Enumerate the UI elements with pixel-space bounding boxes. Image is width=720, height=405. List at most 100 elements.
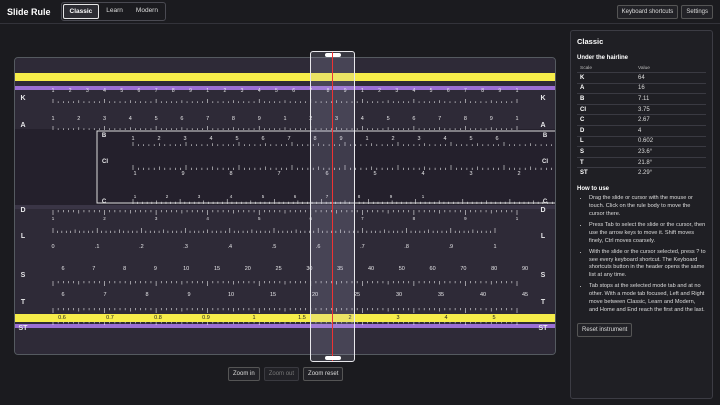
a-tick-label: 4	[129, 116, 132, 122]
hairline-row: T 21.8°	[577, 156, 706, 168]
t-tick-label: 7	[103, 292, 106, 298]
st-tick-label: 3	[396, 315, 399, 321]
k-tick-label: 8	[172, 88, 175, 94]
a-tick-label: 7	[438, 116, 441, 122]
tab-classic[interactable]: Classic	[62, 4, 100, 19]
hairline-row: CI 3.75	[577, 103, 706, 115]
hairline-row: L 0.602	[577, 135, 706, 147]
scale-value: 21.8°	[635, 156, 706, 168]
s-tick-label: 10	[183, 266, 189, 272]
t-tick-label: 45	[522, 292, 528, 298]
howto-list: Drag the slide or cursor with the mouse …	[577, 195, 706, 315]
k-tick-label: 9	[498, 88, 501, 94]
cursor-bottom-handle[interactable]	[325, 356, 341, 360]
t-tick-label: 40	[480, 292, 486, 298]
st-tick-label: 1.5	[298, 315, 306, 321]
scale-label-a: A	[20, 122, 25, 129]
k-tick-label: 2	[69, 88, 72, 94]
ci-tick-label: 2	[517, 171, 520, 177]
a-tick-label: 8	[464, 116, 467, 122]
t-tick-label: 10	[228, 292, 234, 298]
scale-label-c-right: C	[543, 199, 548, 205]
k-tick-label: 1	[52, 88, 55, 94]
k-tick-label: 7	[155, 88, 158, 94]
k-tick-label: 5	[275, 88, 278, 94]
s-tick-label: 6	[61, 266, 64, 272]
t-tick-label: 30	[396, 292, 402, 298]
scale-label-st: ST	[19, 325, 29, 332]
k-tick-label: 4	[412, 88, 415, 94]
s-tick-label: 80	[491, 266, 497, 272]
slide-rule[interactable]: KKAADDLLSSTTBCICBCICSTSTT123456789123456…	[15, 58, 556, 355]
howto-item: Drag the slide or cursor with the mouse …	[589, 195, 706, 219]
a-tick-label: 1	[51, 116, 54, 122]
scale-name: T	[577, 156, 636, 168]
scale-name: CI	[577, 103, 636, 115]
s-tick-label: 8	[123, 266, 126, 272]
l-tick-label: .5	[272, 244, 277, 250]
slide-rule-stage[interactable]: KKAADDLLSSTTBCICBCICSTSTT123456789123456…	[14, 57, 556, 355]
scale-value: 4	[635, 124, 706, 137]
st-tick-label: 5	[492, 315, 495, 321]
app-title: Slide Rule	[7, 6, 51, 17]
hairline-row: S 23.6°	[577, 146, 706, 158]
a-tick-label: 9	[490, 116, 493, 122]
k-tick-label: 3	[395, 88, 398, 94]
k-tick-label: 1	[361, 88, 364, 94]
slide-gap	[15, 205, 555, 209]
col-scale: Scale	[580, 66, 592, 71]
k-tick-label: 4	[103, 88, 106, 94]
howto-item: Tab stops at the selected mode tab and a…	[589, 283, 706, 315]
reset-instrument-button[interactable]: Reset instrument	[577, 323, 633, 338]
a-tick-label: 2	[77, 116, 80, 122]
col-value: Value	[638, 66, 650, 71]
hairline	[332, 52, 333, 361]
b-tick-label: 6	[495, 136, 498, 142]
scale-name: C	[577, 114, 636, 126]
ci-tick-label: 3	[469, 171, 472, 177]
t-tick-label: 9	[187, 292, 190, 298]
k-tick-label: 5	[430, 88, 433, 94]
k-tick-label: 6	[447, 88, 450, 94]
tab-learn[interactable]: Learn	[100, 4, 129, 19]
scale-label-b: B	[102, 133, 107, 139]
cursor[interactable]	[310, 51, 355, 362]
l-tick-label: .1	[95, 244, 100, 250]
a-tick-label: 3	[103, 116, 106, 122]
zoom-in-button[interactable]: Zoom in	[228, 367, 260, 381]
hairline-row: K 64	[577, 72, 706, 84]
l-tick-label: .7	[360, 244, 365, 250]
top-purple-band	[15, 86, 555, 90]
ci-tick-label: 9	[181, 171, 184, 177]
cursor-top-handle[interactable]	[325, 53, 341, 57]
b-tick-label: 3	[183, 136, 186, 142]
b-tick-label: 1	[131, 136, 134, 142]
k-tick-label: 2	[378, 88, 381, 94]
b-tick-label: 2	[391, 136, 394, 142]
scale-label-d-right: D	[540, 207, 545, 214]
keyboard-shortcuts-button[interactable]: Keyboard shortcuts	[616, 4, 679, 19]
scale-value: 23.6°	[635, 146, 706, 158]
b-tick-label: 4	[443, 136, 446, 142]
l-tick-label: 0	[51, 244, 54, 250]
l-tick-label: .2	[139, 244, 144, 250]
b-tick-label: 5	[235, 136, 238, 142]
scale-name: K	[577, 72, 636, 84]
scale-value: 2.29°	[635, 167, 706, 178]
scale-name: S	[577, 146, 636, 158]
s-tick-label: 25	[276, 266, 282, 272]
ci-tick-label: 8	[229, 171, 232, 177]
s-tick-label: 40	[368, 266, 374, 272]
scale-value: 64	[635, 72, 706, 84]
settings-button[interactable]: Settings	[681, 4, 713, 19]
ci-tick-label: 5	[373, 171, 376, 177]
zoom-reset-button[interactable]: Zoom reset	[303, 367, 344, 381]
k-tick-label: 3	[86, 88, 89, 94]
zoom-out-button[interactable]: Zoom out	[263, 367, 300, 381]
a-tick-label: 8	[232, 116, 235, 122]
b-tick-label: 7	[287, 136, 290, 142]
k-tick-label: 7	[464, 88, 467, 94]
k-tick-label: 6	[292, 88, 295, 94]
s-tick-label: 20	[245, 266, 251, 272]
tab-modern[interactable]: Modern	[130, 4, 164, 19]
